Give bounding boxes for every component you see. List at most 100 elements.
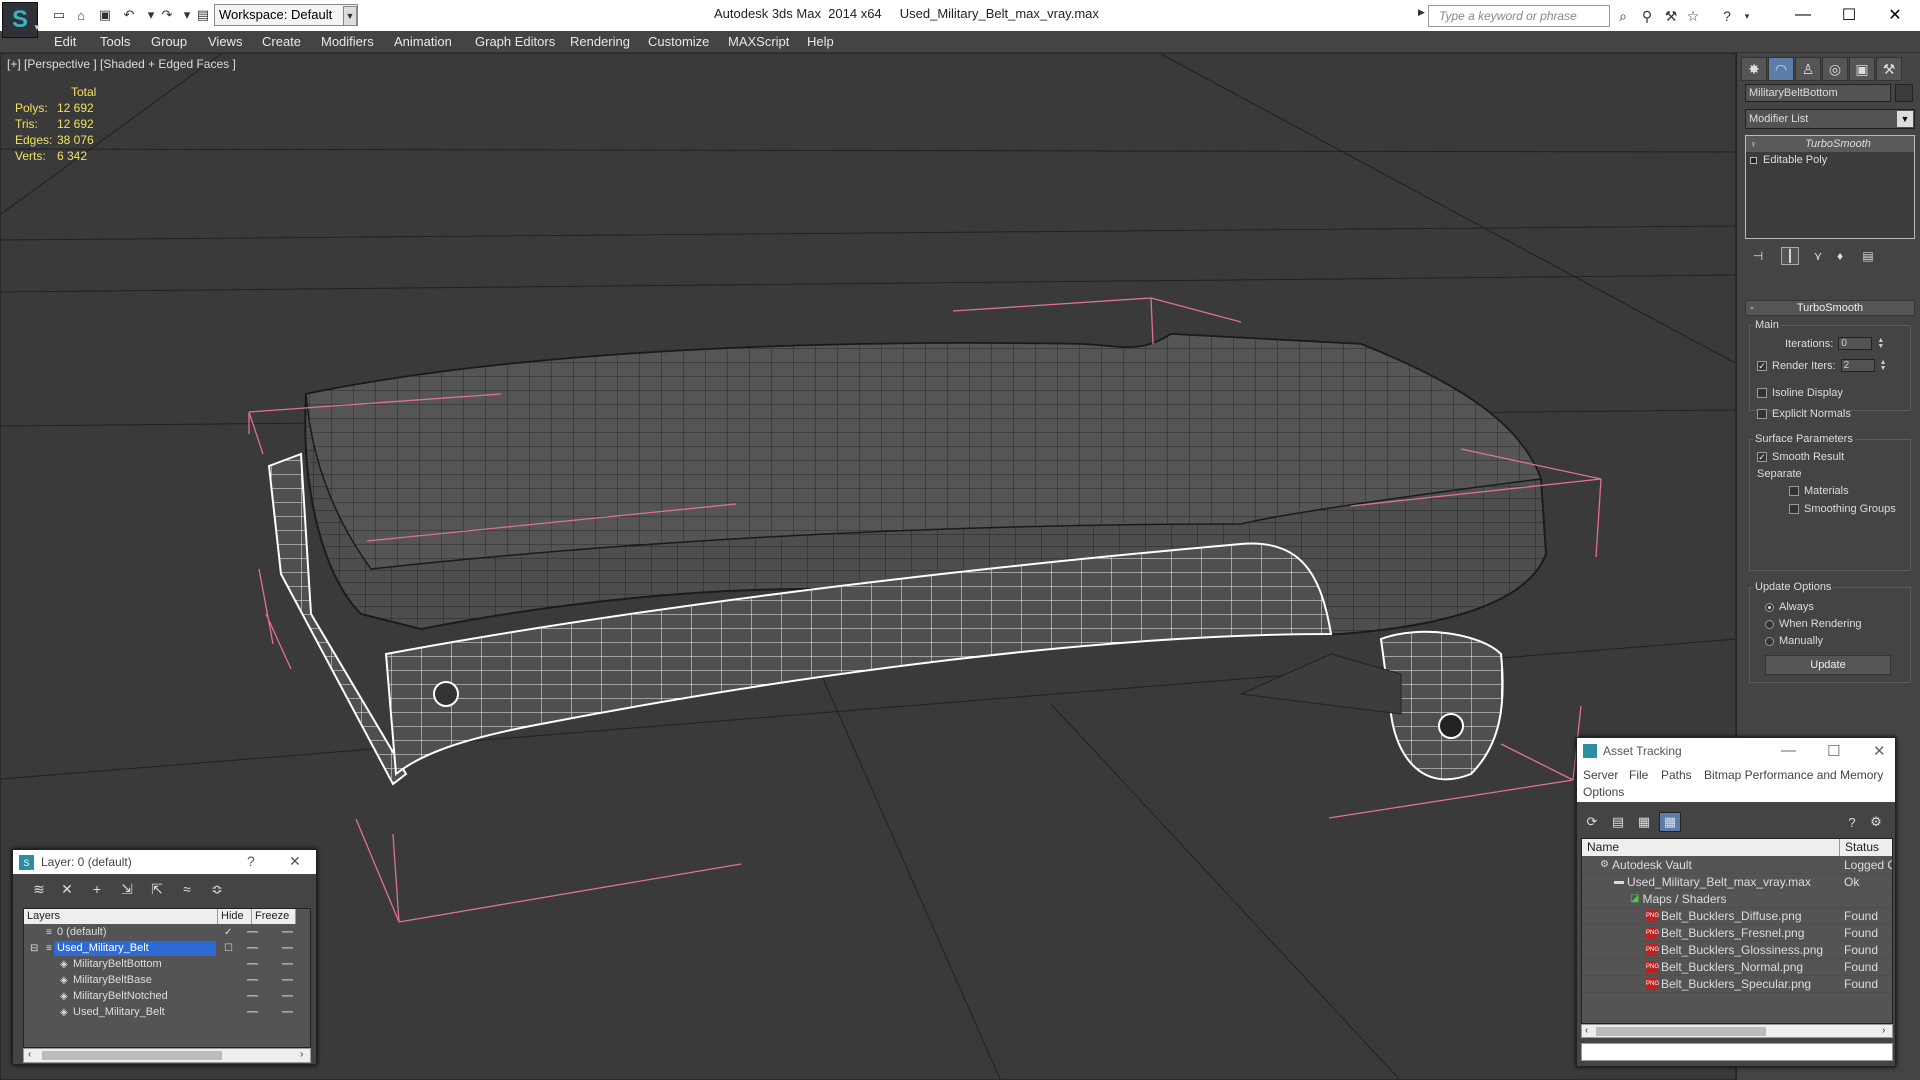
- scroll-thumb[interactable]: [1596, 1027, 1766, 1036]
- create-tab-icon[interactable]: ✸: [1741, 57, 1767, 81]
- column-header-hide[interactable]: Hide: [218, 909, 252, 924]
- smooth-result-checkbox[interactable]: ✓: [1757, 452, 1767, 462]
- column-header-freeze[interactable]: Freeze: [252, 909, 296, 924]
- hide-toggle[interactable]: ━━: [247, 941, 258, 956]
- subscription-icon[interactable]: ⚲: [1637, 7, 1657, 25]
- binoculars-icon[interactable]: ⌕: [1613, 7, 1633, 25]
- column-header-layers[interactable]: Layers: [24, 909, 218, 924]
- scroll-left-icon[interactable]: ‹: [28, 1049, 31, 1060]
- when-rendering-radio[interactable]: [1765, 619, 1774, 629]
- new-layer-icon[interactable]: +: [87, 879, 107, 899]
- menu-graph-editors[interactable]: Graph Editors: [475, 34, 555, 49]
- smoothing-groups-checkbox[interactable]: [1789, 504, 1799, 514]
- close-icon[interactable]: ✕: [1872, 2, 1918, 28]
- menu-create[interactable]: Create: [262, 34, 301, 49]
- menu-help[interactable]: Help: [807, 34, 834, 49]
- current-layer-box-icon[interactable]: ☐: [224, 941, 233, 956]
- open-file-icon[interactable]: ⌂: [72, 7, 90, 23]
- help-icon[interactable]: ?: [1717, 7, 1737, 25]
- hide-toggle[interactable]: ━━: [247, 1005, 258, 1020]
- materials-checkbox[interactable]: [1789, 486, 1799, 496]
- redo-icon[interactable]: ↷: [158, 7, 176, 23]
- turbosmooth-rollout-header[interactable]: - TurboSmooth: [1745, 300, 1915, 316]
- freeze-toggle[interactable]: ━━: [282, 1005, 293, 1020]
- manually-row[interactable]: Manually: [1765, 635, 1823, 647]
- select-objects-icon[interactable]: ⇱: [147, 879, 167, 899]
- help-icon[interactable]: ?: [247, 853, 255, 869]
- settings-icon[interactable]: ⚙: [1865, 812, 1887, 832]
- asset-path-field[interactable]: [1581, 1043, 1893, 1061]
- spinner-arrows-icon[interactable]: ▲ ▼: [1880, 359, 1887, 372]
- object-color-swatch[interactable]: [1895, 84, 1913, 102]
- menu-bitmap-performance[interactable]: Bitmap Performance and Memory: [1704, 768, 1883, 782]
- isoline-display-row[interactable]: Isoline Display: [1757, 387, 1843, 399]
- hide-toggle[interactable]: ━━: [247, 925, 258, 940]
- asset-row[interactable]: ⚙ Autodesk Vault Logged O: [1582, 857, 1892, 874]
- delete-layer-icon[interactable]: ✕: [57, 879, 77, 899]
- freeze-toggle[interactable]: ━━: [282, 941, 293, 956]
- asset-row[interactable]: PNG Belt_Bucklers_Glossiness.png Found: [1582, 942, 1892, 959]
- smoothing-groups-row[interactable]: Smoothing Groups: [1789, 503, 1896, 515]
- minimize-icon[interactable]: —: [1780, 2, 1826, 28]
- hide-all-icon[interactable]: ≎: [207, 879, 227, 899]
- explicit-normals-row[interactable]: Explicit Normals: [1757, 408, 1851, 420]
- table-view-icon[interactable]: ▦: [1633, 812, 1655, 832]
- new-file-icon[interactable]: ▭: [50, 7, 68, 23]
- column-header-name[interactable]: Name: [1582, 839, 1840, 856]
- menu-modifiers[interactable]: Modifiers: [321, 34, 374, 49]
- maximize-icon[interactable]: ☐: [1827, 742, 1840, 760]
- column-header-status[interactable]: Status: [1840, 839, 1892, 856]
- menu-maxscript[interactable]: MAXScript: [728, 34, 789, 49]
- scroll-right-icon[interactable]: ›: [300, 1049, 303, 1060]
- menu-paths[interactable]: Paths: [1661, 768, 1692, 782]
- freeze-toggle[interactable]: ━━: [282, 989, 293, 1004]
- spinner-arrows-icon[interactable]: ▲ ▼: [1877, 337, 1884, 350]
- refresh-icon[interactable]: ⟳: [1581, 812, 1603, 832]
- add-selection-icon[interactable]: ⇲: [117, 879, 137, 899]
- utilities-tab-icon[interactable]: ⚒: [1876, 57, 1902, 81]
- layer-row[interactable]: ◈ MilitaryBeltBase ━━ ━━: [24, 973, 310, 989]
- expand-box-icon[interactable]: ⊟: [30, 941, 38, 956]
- help-icon[interactable]: ?: [1841, 812, 1863, 832]
- motion-tab-icon[interactable]: ◎: [1822, 57, 1848, 81]
- modify-tab-icon[interactable]: ◠: [1768, 57, 1794, 81]
- menu-customize[interactable]: Customize: [648, 34, 709, 49]
- when-rendering-row[interactable]: When Rendering: [1765, 618, 1862, 630]
- menu-group[interactable]: Group: [151, 34, 187, 49]
- freeze-toggle[interactable]: ━━: [282, 925, 293, 940]
- undo-icon[interactable]: ↶: [120, 7, 138, 23]
- asset-row[interactable]: ▬ Used_Military_Belt_max_vray.max Ok: [1582, 874, 1892, 891]
- scroll-right-icon[interactable]: ›: [1882, 1025, 1885, 1036]
- make-unique-icon[interactable]: ⋎: [1809, 247, 1827, 265]
- always-radio[interactable]: [1765, 602, 1774, 612]
- search-input[interactable]: Type a keyword or phrase: [1428, 5, 1610, 27]
- app-logo-button[interactable]: S ▼: [2, 2, 41, 38]
- layer-row[interactable]: ≡ 0 (default) ✓ ━━ ━━: [24, 925, 310, 941]
- checkmark-icon[interactable]: ✓: [224, 925, 232, 940]
- materials-row[interactable]: Materials: [1789, 485, 1849, 497]
- asset-row[interactable]: ◪ Maps / Shaders: [1582, 891, 1892, 908]
- hide-toggle[interactable]: ━━: [247, 957, 258, 972]
- layer-row[interactable]: ◈ MilitaryBeltNotched ━━ ━━: [24, 989, 310, 1005]
- menu-rendering[interactable]: Rendering: [570, 34, 630, 49]
- menu-edit[interactable]: Edit: [54, 34, 76, 49]
- layer-window-titlebar[interactable]: S Layer: 0 (default) ? ✕: [13, 850, 316, 874]
- hide-toggle[interactable]: ━━: [247, 989, 258, 1004]
- layer-row[interactable]: ◈ MilitaryBeltBottom ━━ ━━: [24, 957, 310, 973]
- workspace-dropdown[interactable]: Workspace: Default ▼: [214, 4, 358, 26]
- layer-row[interactable]: ◈ Used_Military_Belt ━━ ━━: [24, 1005, 310, 1021]
- menu-animation[interactable]: Animation: [394, 34, 452, 49]
- communication-icon[interactable]: ⚒: [1661, 7, 1681, 25]
- help-dropdown-icon[interactable]: ▾: [1737, 7, 1757, 25]
- list-view-icon[interactable]: ▤: [1607, 812, 1629, 832]
- pin-stack-icon[interactable]: ⊣: [1749, 247, 1767, 265]
- always-row[interactable]: Always: [1765, 601, 1814, 613]
- configure-modifier-sets-icon[interactable]: ▤: [1859, 247, 1877, 265]
- asset-horizontal-scrollbar[interactable]: ‹ ›: [1581, 1024, 1893, 1038]
- scroll-thumb[interactable]: [42, 1051, 222, 1060]
- workspace-expand-icon[interactable]: ▼: [343, 6, 357, 26]
- menu-tools[interactable]: Tools: [100, 34, 130, 49]
- menu-views[interactable]: Views: [208, 34, 242, 49]
- maximize-icon[interactable]: ☐: [1826, 2, 1872, 28]
- display-tab-icon[interactable]: ▣: [1849, 57, 1875, 81]
